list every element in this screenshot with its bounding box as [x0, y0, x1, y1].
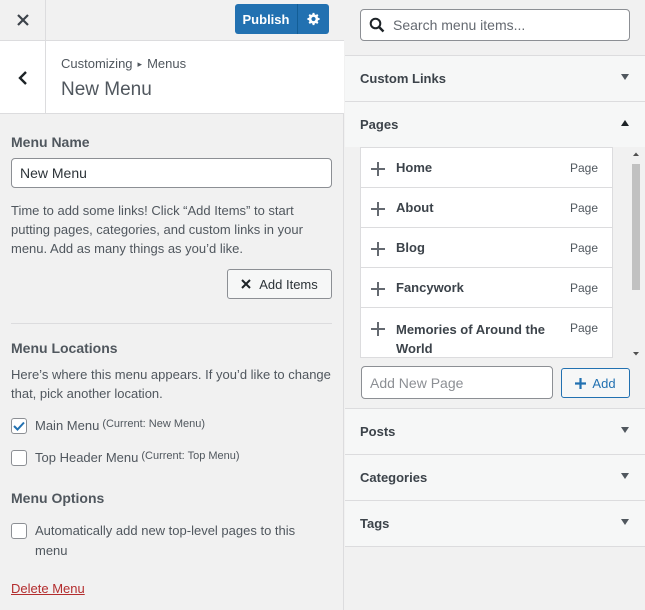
- menu-name-input[interactable]: New Menu: [11, 158, 332, 188]
- arrow-up-icon: [621, 120, 629, 126]
- location-note: (Current: Top Menu): [141, 450, 240, 462]
- menu-name-label: Menu Name: [11, 134, 90, 150]
- publish-settings-button[interactable]: [298, 4, 329, 34]
- plus-icon: [575, 377, 587, 389]
- main-menu-checkbox[interactable]: [11, 418, 27, 434]
- search-placeholder: Search menu items...: [393, 17, 526, 33]
- item-type: Page: [569, 321, 598, 335]
- plus-icon: [371, 162, 385, 176]
- search-icon: [369, 17, 385, 33]
- section-title: Posts: [360, 424, 396, 439]
- plus-icon: [371, 242, 385, 256]
- back-button[interactable]: [0, 41, 46, 114]
- auto-add-pages-option[interactable]: Automatically add new top-level pages to…: [11, 521, 295, 561]
- breadcrumb-root: Customizing: [61, 56, 133, 71]
- auto-add-label: Automatically add new top-level pages to…: [35, 521, 295, 561]
- item-type: Page: [569, 201, 598, 215]
- plus-icon: [371, 322, 385, 336]
- panel-header: Customizing ▸ Menus New Menu: [0, 41, 344, 114]
- section-title: Tags: [360, 516, 390, 531]
- option-line: menu: [35, 543, 68, 558]
- item-type: Page: [569, 241, 598, 255]
- help-line: Here’s where this menu appears. If you’d…: [11, 367, 331, 382]
- breadcrumb: Customizing ▸ Menus: [61, 56, 186, 71]
- page-title: New Menu: [61, 79, 152, 100]
- section-pages[interactable]: Pages: [345, 101, 645, 147]
- pages-list: Home Page About Page Blog Page Fancywork…: [360, 147, 613, 358]
- location-main-menu[interactable]: Main Menu (Current: New Menu): [11, 418, 205, 434]
- menu-options-label: Menu Options: [11, 490, 105, 506]
- auto-add-pages-checkbox[interactable]: [11, 523, 27, 539]
- scroll-thumb[interactable]: [632, 164, 640, 290]
- available-menu-items-panel: Search menu items... Custom Links Pages …: [345, 0, 645, 610]
- search-input[interactable]: Search menu items...: [360, 9, 630, 41]
- section-tags[interactable]: Tags: [345, 500, 645, 546]
- list-item[interactable]: Memories of Around the World Page: [361, 308, 612, 357]
- item-title: Fancywork: [396, 280, 464, 295]
- help-line: putting pages, categories, and custom li…: [11, 222, 303, 237]
- list-item[interactable]: About Page: [361, 188, 612, 228]
- arrow-down-icon: [621, 473, 629, 479]
- plus-icon: [371, 282, 385, 296]
- item-title: Memories of Around the World: [396, 322, 546, 356]
- divider: [345, 546, 645, 547]
- section-posts[interactable]: Posts: [345, 408, 645, 454]
- section-title: Pages: [360, 117, 399, 132]
- arrow-down-icon: [621, 427, 629, 433]
- add-items-button[interactable]: Add Items: [227, 269, 332, 299]
- arrow-down-icon: [621, 519, 629, 525]
- option-line: Automatically add new top-level pages to…: [35, 523, 296, 538]
- menu-locations-help: Here’s where this menu appears. If you’d…: [11, 365, 336, 403]
- close-icon: [241, 279, 251, 289]
- list-item[interactable]: Home Page: [361, 148, 612, 188]
- delete-menu-link[interactable]: Delete Menu: [11, 581, 85, 596]
- customizer-topbar: Publish: [0, 0, 344, 41]
- divider: [11, 323, 332, 324]
- breadcrumb-current: Menus: [147, 56, 187, 71]
- location-label: Top Header Menu: [35, 450, 139, 465]
- list-item[interactable]: Fancywork Page: [361, 268, 612, 308]
- help-line: menu. Add as many things as you’d like.: [11, 241, 243, 256]
- add-label: Add: [592, 375, 616, 391]
- top-header-menu-checkbox[interactable]: [11, 450, 27, 466]
- scroll-up-arrow-icon: [633, 152, 639, 156]
- location-top-header-menu[interactable]: Top Header Menu (Current: Top Menu): [11, 450, 240, 466]
- close-customizer-button[interactable]: [0, 0, 46, 40]
- help-line: Time to add some links! Click “Add Items…: [11, 203, 294, 218]
- section-custom-links[interactable]: Custom Links: [345, 55, 645, 101]
- publish-button[interactable]: Publish: [235, 4, 298, 34]
- item-type: Page: [569, 281, 598, 295]
- location-note: (Current: New Menu): [102, 418, 206, 430]
- item-title: About: [396, 200, 434, 215]
- add-new-page-input[interactable]: Add New Page: [361, 366, 553, 399]
- list-item[interactable]: Blog Page: [361, 228, 612, 268]
- help-line: that, pick another location.: [11, 386, 163, 401]
- chevron-left-icon: [17, 70, 27, 85]
- menu-name-help: Time to add some links! Click “Add Items…: [11, 201, 336, 258]
- section-categories[interactable]: Categories: [345, 454, 645, 500]
- customizer-left-panel: Publish Customizing ▸ Menus New Menu Menu …: [0, 0, 344, 610]
- section-title: Custom Links: [360, 71, 446, 86]
- close-icon: [16, 14, 29, 26]
- add-items-label: Add Items: [259, 276, 318, 292]
- item-title: Blog: [396, 240, 425, 255]
- menu-locations-label: Menu Locations: [11, 340, 118, 356]
- checkmark-icon: [13, 421, 25, 431]
- breadcrumb-separator: ▸: [137, 59, 143, 69]
- location-label: Main Menu: [35, 418, 100, 433]
- publish-group: Publish: [235, 4, 329, 34]
- arrow-down-icon: [621, 74, 629, 80]
- section-title: Categories: [360, 470, 428, 485]
- plus-icon: [371, 202, 385, 216]
- item-type: Page: [569, 161, 598, 175]
- scroll-down-arrow-icon: [633, 352, 639, 356]
- item-title: Home: [396, 160, 433, 175]
- add-page-button[interactable]: Add: [561, 368, 630, 398]
- pages-scrollbar[interactable]: [630, 150, 642, 358]
- add-new-page-placeholder: Add New Page: [370, 374, 464, 391]
- gear-icon: [306, 12, 320, 26]
